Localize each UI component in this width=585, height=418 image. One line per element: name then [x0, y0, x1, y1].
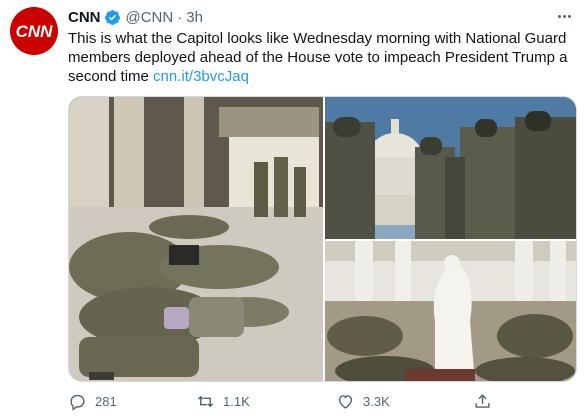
account-name[interactable]: CNN — [68, 9, 101, 26]
reply-icon — [70, 394, 85, 411]
tweet-body: This is what the Capitol looks like Wedn… — [68, 30, 568, 85]
tweet-header: CNN @CNN · 3h — [68, 7, 203, 27]
heart-icon — [338, 394, 353, 409]
photo-rotunda-statue[interactable] — [325, 241, 576, 381]
share-button[interactable] — [473, 388, 492, 414]
avatar[interactable]: CNN — [10, 7, 58, 55]
retweet-button[interactable]: 1.1K — [196, 388, 250, 414]
verified-badge-icon — [104, 9, 121, 26]
separator-dot: · — [177, 8, 183, 26]
reply-button[interactable]: 281 — [68, 388, 117, 414]
retweet-icon — [197, 395, 214, 407]
tweet-card[interactable]: CNN CNN @CNN · 3h This is what the Capit… — [0, 0, 585, 418]
photo-guards-resting[interactable] — [69, 97, 323, 381]
media-grid — [68, 96, 577, 382]
reply-count: 281 — [95, 393, 117, 409]
photo-capitol-dome[interactable] — [325, 97, 576, 239]
like-count: 3.3K — [363, 393, 390, 409]
avatar-text: CNN — [16, 22, 54, 41]
tweet-time[interactable]: 3h — [186, 9, 203, 26]
more-options-icon[interactable] — [553, 8, 575, 24]
share-icon — [475, 393, 490, 408]
like-button[interactable]: 3.3K — [336, 388, 390, 414]
account-handle[interactable]: @CNN — [126, 9, 174, 26]
action-bar: 281 1.1K 3.3K — [68, 388, 568, 414]
retweet-count: 1.1K — [223, 393, 250, 409]
tweet-link[interactable]: cnn.it/3bvcJaq — [153, 68, 249, 85]
cnn-logo-icon: CNN — [16, 22, 54, 41]
tweet-text: This is what the Capitol looks like Wedn… — [68, 29, 568, 86]
